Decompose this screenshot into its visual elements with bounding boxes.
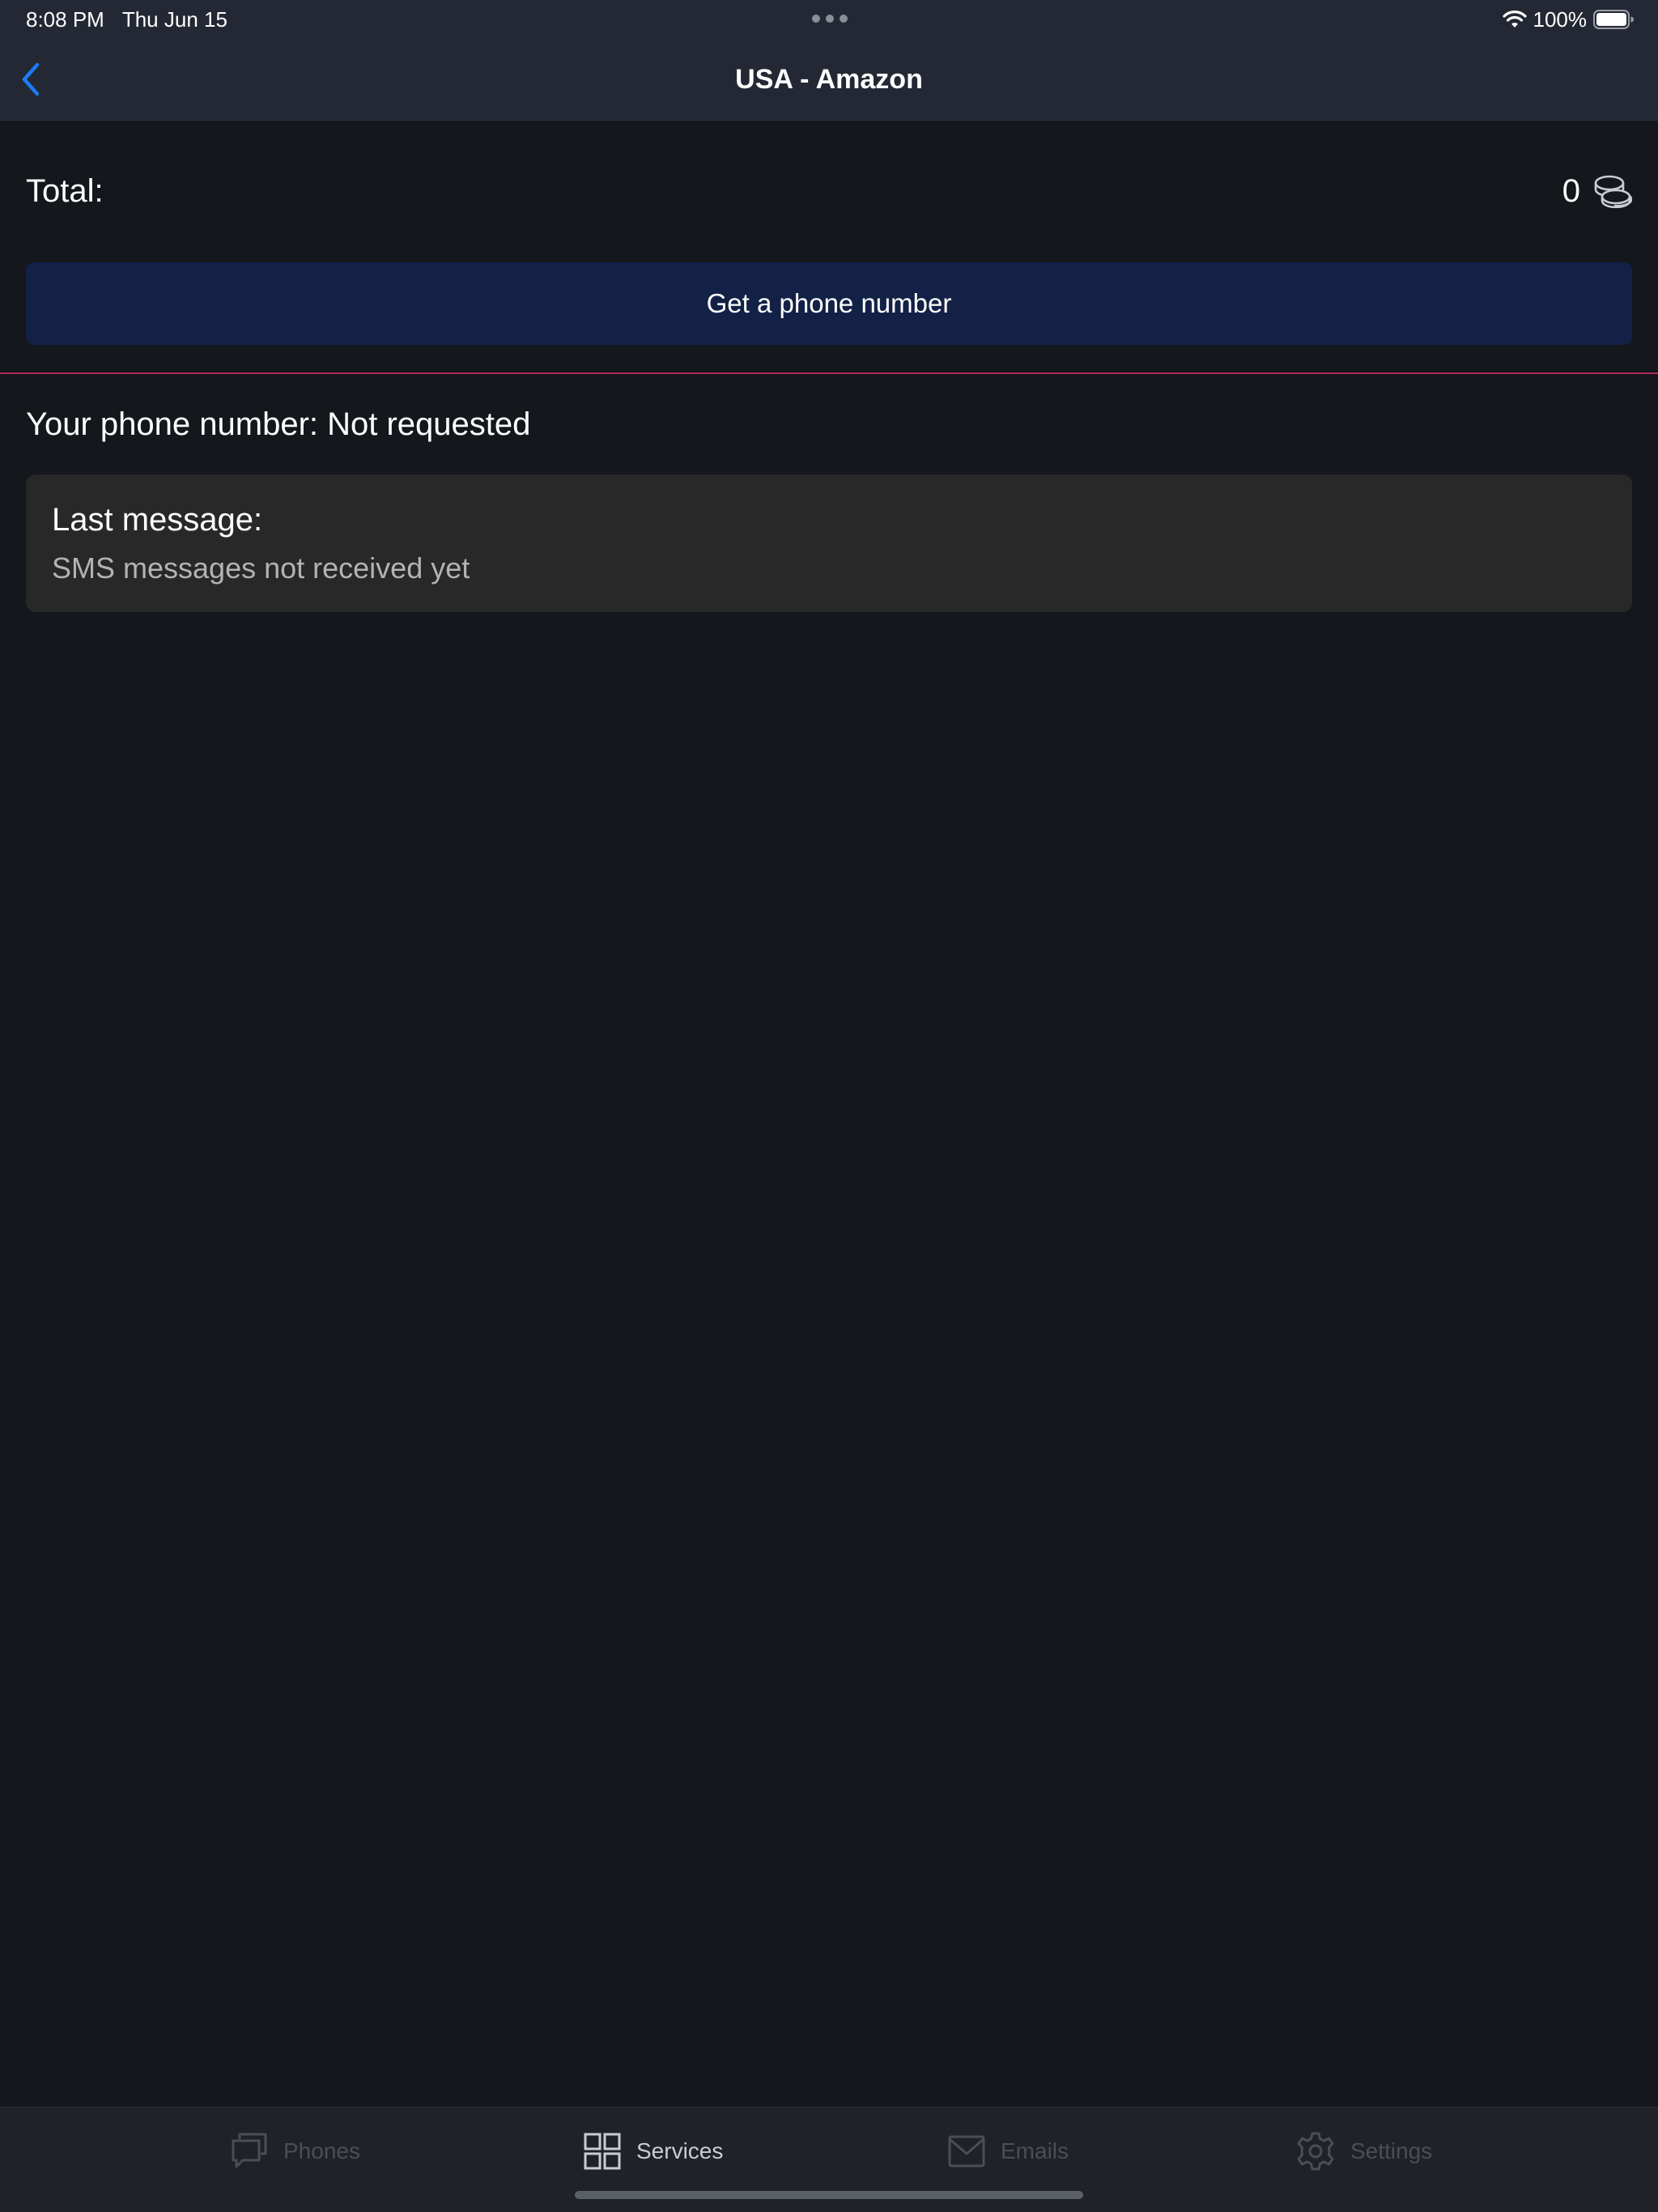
page-title: USA - Amazon (735, 64, 923, 95)
section-divider (0, 372, 1658, 374)
phone-number-status: Your phone number: Not requested (26, 406, 531, 442)
status-indicators: 100% (1502, 5, 1634, 34)
tab-settings[interactable]: Settings (1295, 2129, 1432, 2174)
last-message-body: SMS messages not received yet (52, 551, 470, 585)
multitasking-dots-icon[interactable] (812, 15, 848, 23)
tab-settings-label: Settings (1350, 2138, 1433, 2163)
status-date: Thu Jun 15 (121, 7, 227, 32)
coins-icon (1594, 175, 1632, 208)
get-phone-number-button[interactable]: Get a phone number (26, 262, 1632, 345)
tab-services-label: Services (636, 2138, 724, 2163)
battery-icon (1593, 10, 1634, 29)
envelope-icon (948, 2135, 985, 2167)
total-value-group: 0 (1562, 173, 1632, 210)
total-row: Total: 0 (26, 170, 1632, 212)
tab-emails-label: Emails (1001, 2138, 1069, 2163)
battery-percentage: 100% (1533, 6, 1588, 32)
tab-phones-label: Phones (283, 2138, 360, 2163)
navigation-header: 8:08 PM Thu Jun 15 100% USA - Amazon (0, 0, 1658, 121)
wifi-icon (1502, 11, 1527, 28)
total-value: 0 (1562, 172, 1580, 209)
last-message-title: Last message: (52, 502, 263, 538)
gear-icon (1297, 2132, 1334, 2171)
tab-emails[interactable]: Emails (947, 2129, 1069, 2174)
status-time: 8:08 PM (26, 7, 104, 32)
grid-icon (584, 2133, 621, 2170)
last-message-card: Last message: SMS messages not received … (26, 474, 1632, 612)
status-time-date: 8:08 PM Thu Jun 15 (26, 6, 227, 32)
tab-services[interactable]: Services (583, 2129, 723, 2174)
tab-phones[interactable]: Phones (230, 2129, 360, 2174)
screen: 8:08 PM Thu Jun 15 100% USA - Amazon Tot… (0, 0, 1658, 2212)
total-label: Total: (26, 172, 104, 209)
home-indicator[interactable] (575, 2191, 1083, 2199)
chat-bubbles-icon (232, 2133, 267, 2168)
